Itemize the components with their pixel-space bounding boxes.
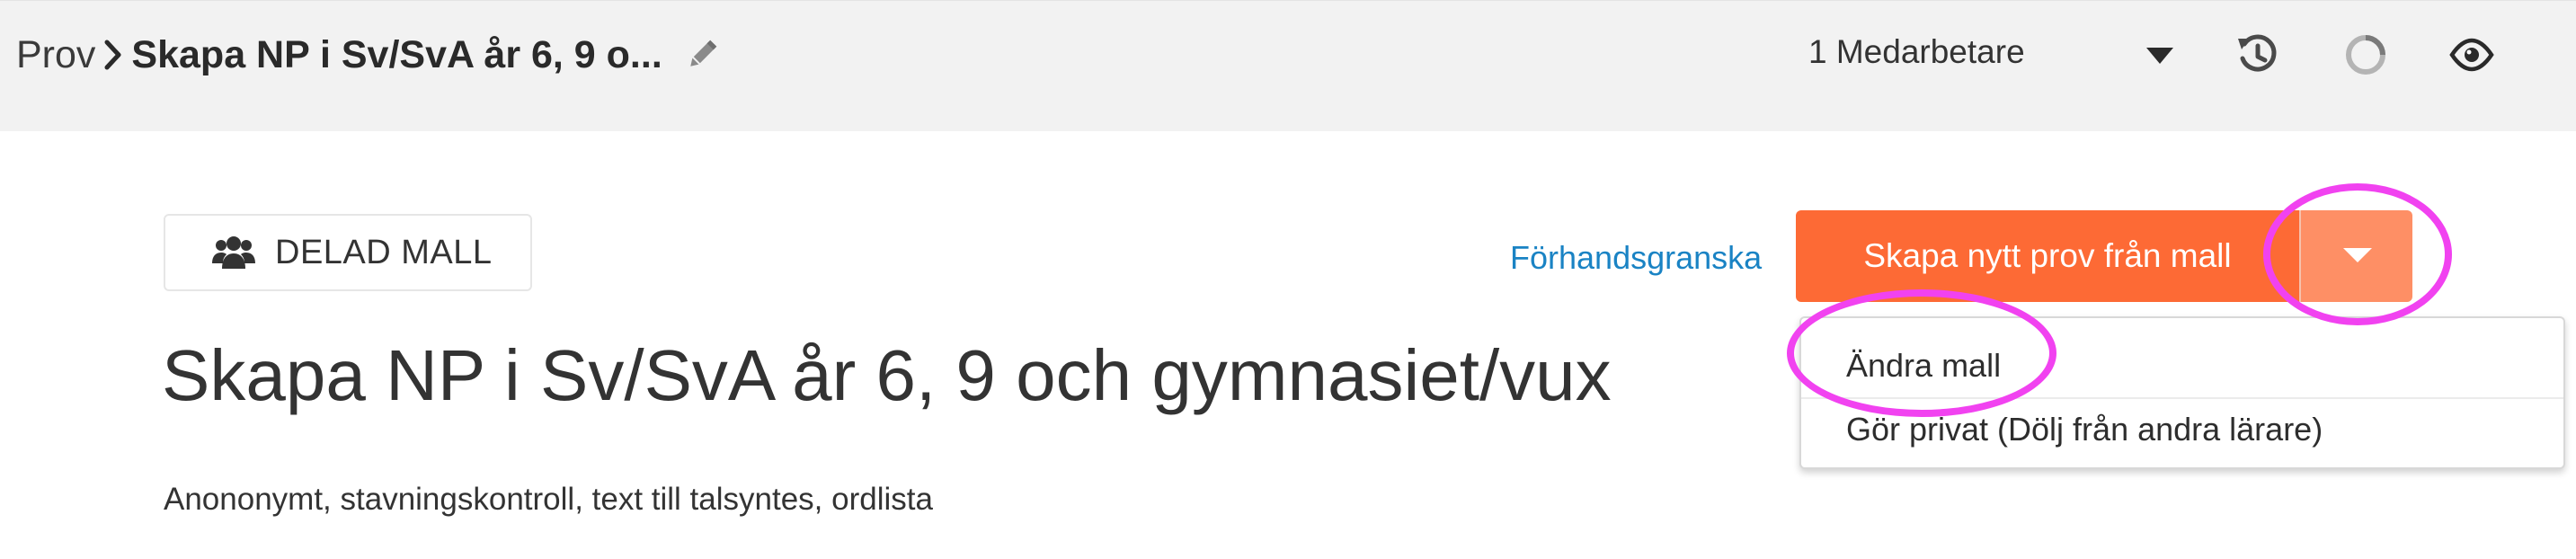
top-header-bar: Prov Skapa NP i Sv/SvA år 6, 9 o... 1 Me… <box>0 0 2576 131</box>
breadcrumb-current-title: Skapa NP i Sv/SvA år 6, 9 o... <box>131 32 662 76</box>
create-options-dropdown-toggle[interactable] <box>2299 210 2412 302</box>
breadcrumb-root-link[interactable]: Prov <box>16 33 95 77</box>
caret-down-icon <box>2343 248 2372 262</box>
shared-template-label: DELAD MALL <box>275 233 493 271</box>
pencil-icon[interactable] <box>684 37 720 73</box>
users-icon <box>212 236 255 269</box>
caret-down-icon[interactable] <box>2145 46 2175 66</box>
eye-icon[interactable] <box>2448 31 2495 78</box>
shared-template-badge: DELAD MALL <box>164 214 532 291</box>
create-test-from-template-button[interactable]: Skapa nytt prov från mall <box>1796 210 2299 302</box>
history-icon[interactable] <box>2234 31 2281 78</box>
create-test-button-label: Skapa nytt prov från mall <box>1863 237 2232 274</box>
template-options-menu: Ändra mall Gör privat (Dölj från andra l… <box>1799 316 2565 469</box>
chevron-right-icon <box>104 40 121 70</box>
page-title: Skapa NP i Sv/SvA år 6, 9 och gymnasiet/… <box>162 335 1612 415</box>
breadcrumb: Prov Skapa NP i Sv/SvA år 6, 9 o... <box>16 31 720 78</box>
menu-item-make-private[interactable]: Gör privat (Dölj från andra lärare) <box>1801 397 2563 460</box>
page-description: Anononymt, stavningskontroll, text till … <box>164 482 933 517</box>
preview-link[interactable]: Förhandsgranska <box>1510 239 1762 277</box>
collaborators-label[interactable]: 1 Medarbetare <box>1808 33 2025 71</box>
menu-item-edit-template[interactable]: Ändra mall <box>1801 334 2563 397</box>
sync-status-icon <box>2346 35 2385 75</box>
